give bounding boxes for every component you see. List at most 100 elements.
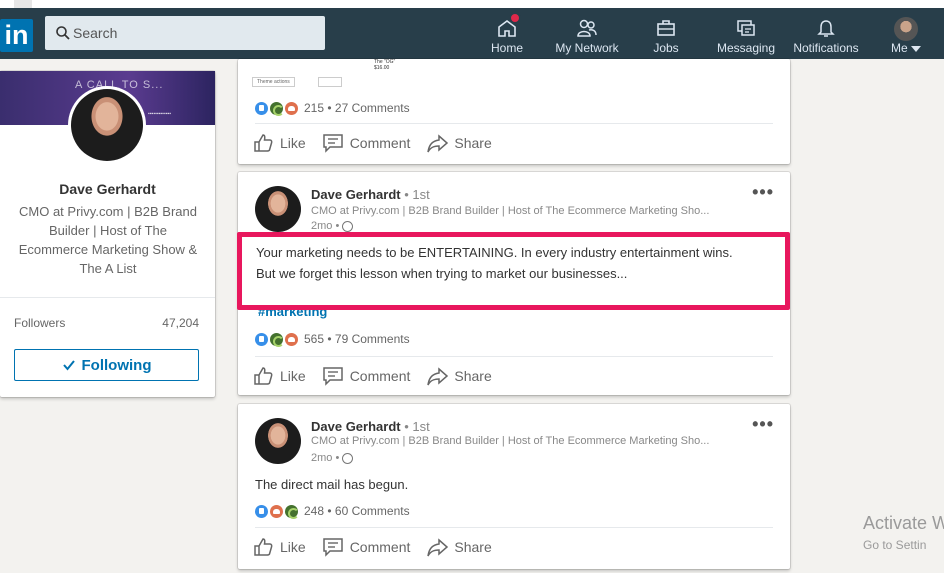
share-icon [427, 134, 449, 153]
share-button[interactable]: Share [426, 535, 492, 559]
post-3-text: The direct mail has begun. [255, 477, 409, 492]
activate-windows-subtext: Go to Settin [863, 538, 927, 552]
banner-fineprint: ▪▪▪▪▪▪▪▪▪▪▪▪▪ [148, 111, 172, 117]
network-icon [577, 19, 597, 37]
search-box[interactable] [45, 16, 325, 50]
like-reaction-icon [255, 332, 268, 346]
post-3-actions: Like Comment Share [252, 535, 492, 559]
like-label: Like [280, 539, 306, 555]
love-reaction-icon [285, 332, 298, 346]
comment-label: Comment [349, 135, 411, 151]
post-2-more-options-icon[interactable]: ••• [752, 182, 774, 203]
comment-icon [322, 367, 343, 386]
following-button[interactable]: Following [14, 349, 199, 381]
like-label: Like [280, 135, 306, 151]
post-1-media[interactable]: Theme actions The "OG" $16.00 [244, 59, 784, 91]
nav-messaging[interactable]: Messaging [714, 8, 778, 59]
reaction-summary[interactable]: 565 • 79 Comments [304, 332, 410, 346]
post-1-reactions[interactable]: 215 • 27 Comments [255, 101, 410, 116]
post-3-author-avatar[interactable] [255, 418, 301, 464]
share-button[interactable]: Share [426, 364, 492, 388]
author-name[interactable]: Dave Gerhardt [311, 419, 401, 434]
thumbs-up-icon [254, 367, 273, 385]
comment-button[interactable]: Comment [322, 364, 411, 388]
comment-icon [322, 134, 343, 153]
post-2-text: Your marketing needs to be ENTERTAINING.… [256, 242, 776, 284]
profile-photo [71, 89, 143, 161]
post-2-actions: Like Comment Share [252, 364, 492, 388]
nav-messaging-label: Messaging [716, 41, 776, 55]
nav-notifications-label: Notifications [793, 41, 859, 55]
caret-down-icon [911, 45, 921, 52]
comment-label: Comment [349, 539, 411, 555]
checkmark-icon [62, 360, 75, 371]
thumbs-up-icon [254, 134, 273, 152]
top-strip-mark [14, 0, 32, 8]
search-input[interactable] [73, 16, 313, 50]
post-1-actions: Like Comment Share [252, 131, 492, 155]
post-3-reactions[interactable]: 248 • 60 Comments [255, 504, 410, 519]
post-2-timestamp: 2mo • [311, 220, 354, 232]
nav-jobs[interactable]: Jobs [646, 8, 686, 59]
post-2-divider [255, 356, 773, 357]
followers-count: 47,204 [162, 316, 199, 330]
preview-note: The "OG" $16.00 [374, 59, 396, 71]
post-3-divider [255, 527, 773, 528]
celebrate-reaction-icon [285, 504, 299, 519]
comment-label: Comment [349, 368, 411, 384]
linkedin-logo[interactable]: in [0, 19, 33, 52]
bell-icon [817, 20, 835, 37]
post-3-more-options-icon[interactable]: ••• [752, 414, 774, 435]
followers-label: Followers [14, 316, 66, 330]
globe-icon [342, 220, 354, 232]
feed-post-1: Theme actions The "OG" $16.00 215 • 27 Co… [238, 59, 790, 164]
like-reaction-icon [255, 504, 268, 518]
feed-post-3: Dave Gerhardt • 1st CMO at Privy.com | B… [238, 404, 790, 569]
author-name[interactable]: Dave Gerhardt [311, 187, 401, 202]
connection-degree: • 1st [404, 187, 430, 202]
celebrate-reaction-icon [270, 332, 284, 347]
profile-name[interactable]: Dave Gerhardt [0, 181, 215, 197]
nav-me-label: Me [884, 41, 928, 55]
profile-card: A CALL TO S... ▪▪▪▪▪▪▪▪▪▪▪▪▪ Dave Gerhar… [0, 71, 215, 397]
comment-icon [322, 538, 343, 557]
like-reaction-icon [255, 101, 268, 115]
love-reaction-icon [285, 101, 298, 115]
post-2-reactions[interactable]: 565 • 79 Comments [255, 332, 410, 347]
reaction-icons [255, 101, 298, 116]
profile-avatar[interactable] [68, 86, 146, 164]
reaction-summary[interactable]: 248 • 60 Comments [304, 504, 410, 518]
post-2-author-avatar[interactable] [255, 186, 301, 232]
comment-button[interactable]: Comment [322, 535, 411, 559]
share-icon [427, 538, 449, 557]
reaction-icons [255, 504, 299, 519]
briefcase-icon [657, 20, 675, 36]
profile-divider [0, 297, 215, 298]
theme-actions-label: Theme actions [252, 77, 295, 87]
profile-headline: CMO at Privy.com | B2B Brand Builder | H… [18, 204, 198, 276]
following-button-label: Following [81, 356, 152, 374]
globe-icon [342, 452, 354, 464]
post-3-timestamp: 2mo • [311, 452, 354, 464]
global-nav: in Home My Network Jobs Messaging Notifi… [0, 8, 944, 59]
like-button[interactable]: Like [252, 131, 306, 155]
nav-home[interactable]: Home [486, 8, 528, 59]
like-button[interactable]: Like [252, 364, 306, 388]
reaction-summary[interactable]: 215 • 27 Comments [304, 101, 410, 115]
comment-button[interactable]: Comment [322, 131, 411, 155]
nav-my-network[interactable]: My Network [550, 8, 624, 59]
nav-me[interactable]: Me [884, 8, 928, 59]
activate-windows-watermark: Activate W [863, 513, 944, 533]
messaging-icon [737, 20, 755, 36]
post-2-author[interactable]: Dave Gerhardt • 1st [311, 187, 430, 202]
highlighted-post-text: Your marketing needs to be ENTERTAINING.… [237, 232, 790, 310]
like-button[interactable]: Like [252, 535, 306, 559]
post-2-text-line-2: But we forget this lesson when trying to… [256, 266, 628, 281]
share-button[interactable]: Share [426, 131, 492, 155]
nav-jobs-label: Jobs [653, 41, 679, 55]
nav-notifications[interactable]: Notifications [790, 8, 862, 59]
nav-my-network-label: My Network [555, 41, 619, 55]
post-3-author[interactable]: Dave Gerhardt • 1st [311, 419, 430, 434]
search-icon [56, 26, 70, 40]
share-label: Share [454, 539, 492, 555]
